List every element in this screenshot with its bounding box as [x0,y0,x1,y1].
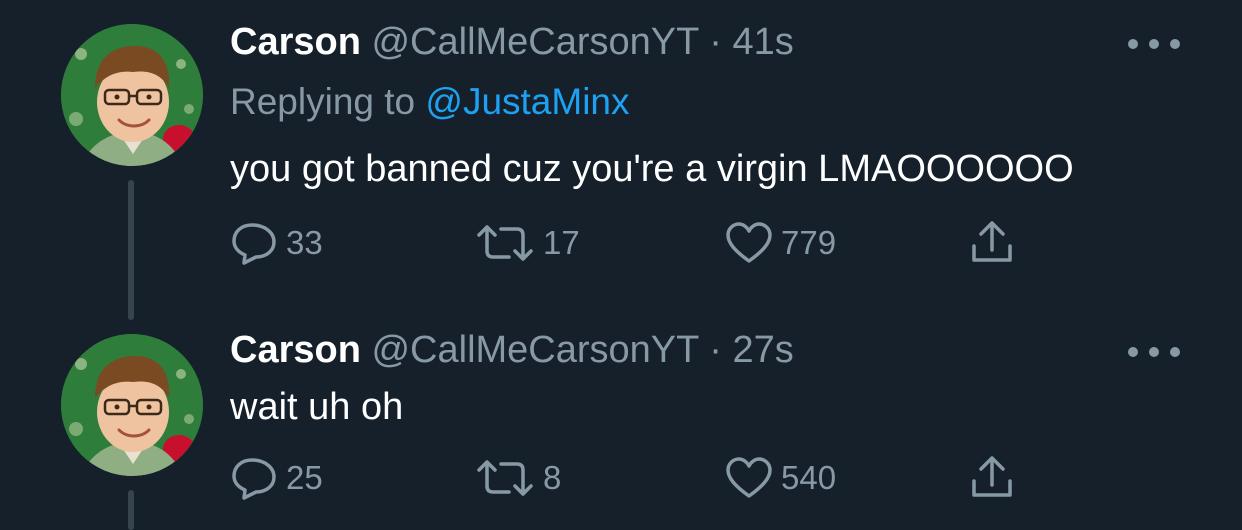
reply-button[interactable]: 25 [230,453,323,503]
retweet-icon [477,460,533,496]
reply-button[interactable]: 33 [230,218,323,268]
tweet-text: you got banned cuz you're a virgin LMAOO… [230,148,1074,190]
retweet-icon [477,225,533,261]
more-options-button[interactable] [1128,342,1180,362]
like-button[interactable]: 779 [725,218,836,268]
reply-count: 25 [286,459,323,496]
tweet-actions: 25 8 540 [230,453,1030,503]
reply-count: 33 [286,224,323,261]
user-handle[interactable]: @CallMeCarsonYT [371,329,698,371]
share-icon [972,456,1012,497]
avatar[interactable] [61,24,203,166]
like-count: 540 [781,459,837,496]
more-options-button[interactable] [1128,34,1180,54]
separator: · [709,21,722,63]
like-button[interactable]: 540 [725,453,836,503]
retweet-count: 8 [543,459,562,496]
tweet-text: wait uh oh [230,386,404,428]
like-count: 779 [781,224,837,261]
more-icon [1128,347,1138,357]
like-icon [726,222,772,263]
retweet-button[interactable]: 17 [475,218,580,268]
display-name[interactable]: Carson [230,329,361,371]
tweet-header: Carson @CallMeCarsonYT · 27s [230,328,794,372]
timestamp[interactable]: 41s [732,21,793,63]
thread-connector [128,490,134,530]
tweet[interactable]: Carson @CallMeCarsonYT · 27s wait uh oh … [0,300,1242,530]
user-handle[interactable]: @CallMeCarsonYT [371,21,698,63]
retweet-count: 17 [543,224,580,261]
share-button[interactable] [968,453,1016,503]
avatar[interactable] [61,334,203,476]
replying-to: Replying to @JustaMinx [230,80,630,124]
tweet-actions: 33 17 779 [230,218,1030,268]
reply-icon [232,223,276,265]
share-icon [972,221,1012,262]
timestamp[interactable]: 27s [732,329,793,371]
mention-link[interactable]: @JustaMinx [425,81,629,122]
replying-to-label: Replying to [230,81,426,122]
retweet-button[interactable]: 8 [475,453,561,503]
like-icon [726,457,772,498]
display-name[interactable]: Carson [230,21,361,63]
separator: · [709,329,722,371]
more-icon [1128,39,1138,49]
tweet[interactable]: Carson @CallMeCarsonYT · 41s Replying to… [0,0,1242,320]
reply-icon [232,458,276,500]
share-button[interactable] [968,218,1016,268]
tweet-header: Carson @CallMeCarsonYT · 41s [230,20,794,64]
thread-connector [128,180,134,320]
